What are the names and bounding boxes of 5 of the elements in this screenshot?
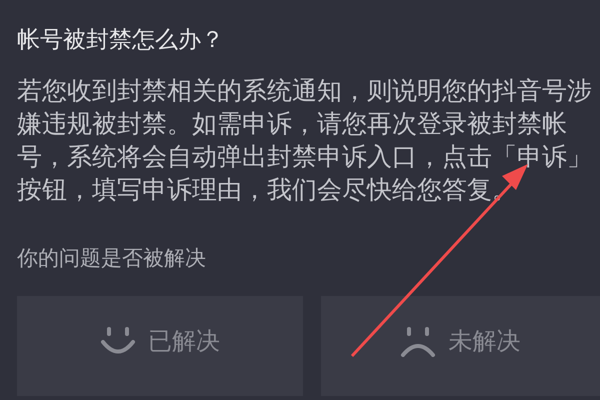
page-title: 帐号被封禁怎么办？ <box>17 26 225 55</box>
sad-face-icon <box>400 325 436 357</box>
feedback-button[interactable]: 已解决 <box>17 296 303 396</box>
feedback-button[interactable]: 未解决 <box>320 296 600 396</box>
question-label: 你的问题是否被解决 <box>17 245 207 272</box>
